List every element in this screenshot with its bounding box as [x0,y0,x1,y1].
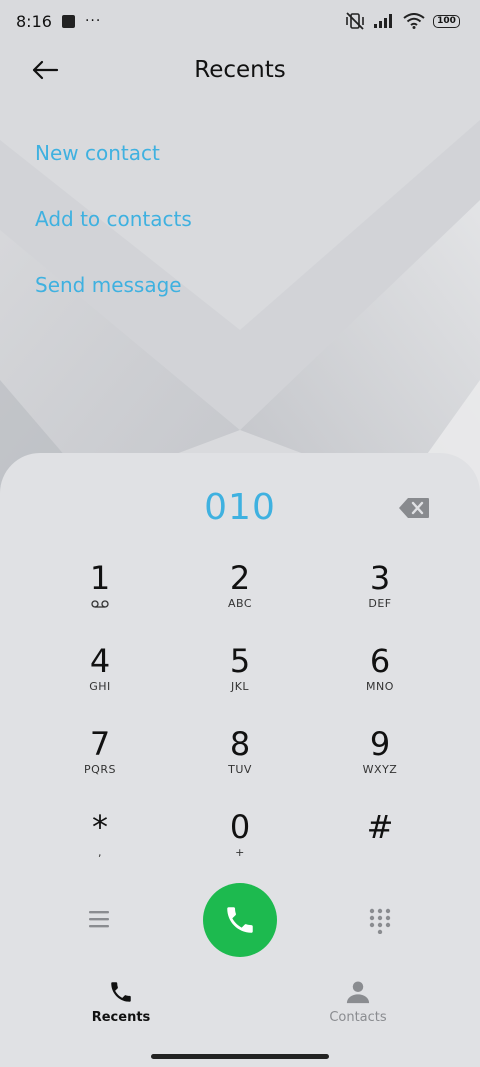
phone-icon [227,907,253,933]
status-right: 100 [345,12,460,30]
more-notifications-icon: ··· [84,13,102,29]
send-message-link[interactable]: Send message [35,270,192,336]
key-6[interactable]: 6 MNO [310,640,450,723]
key-digit: * [92,808,108,846]
back-button[interactable] [30,56,60,84]
key-digit: 7 [89,725,111,763]
key-4[interactable]: 4 GHI [30,640,170,723]
key-9[interactable]: 9 WXYZ [310,723,450,806]
person-icon [346,981,370,1004]
battery-indicator: 100 [433,14,460,28]
key-letters: TUV [228,763,252,776]
backspace-button[interactable] [398,497,430,521]
menu-button[interactable] [88,909,112,931]
key-2[interactable]: 2 ABC [170,557,310,640]
key-letters: MNO [366,680,394,693]
key-digit: 8 [229,725,251,763]
key-digit: 1 [89,559,111,597]
key-digit: 4 [89,642,111,680]
key-8[interactable]: 8 TUV [170,723,310,806]
key-0[interactable]: 0 + [170,806,310,889]
tab-contacts-label: Contacts [329,1010,387,1025]
dialpad-toggle-button[interactable] [369,908,391,935]
status-left: 8:16 ··· [16,12,101,31]
key-letters [91,597,109,611]
tab-recents-label: Recents [91,1010,151,1025]
phone-recents-icon [111,982,131,1002]
menu-icon [89,911,109,928]
key-row: 4 GHI 5 JKL 6 MNO [30,640,450,723]
key-star[interactable]: * , [30,806,170,889]
key-digit: # [366,808,394,846]
key-digit: 5 [229,642,251,680]
call-controls [0,883,480,959]
number-display-row: 010 [0,481,480,541]
back-arrow-icon [32,60,59,80]
key-letters: + [235,846,245,859]
backspace-icon [399,498,429,518]
dialpad-icon [369,908,391,935]
key-letters: ABC [227,597,253,610]
vibrate-off-icon [346,12,364,30]
key-digit: 0 [229,808,251,846]
voicemail-icon [91,600,109,608]
key-digit: 9 [369,725,391,763]
key-letters: JKL [230,680,250,693]
key-hash[interactable]: # [310,806,450,889]
key-letters: PQRS [84,763,116,776]
key-digit: 6 [369,642,391,680]
new-contact-link[interactable]: New contact [35,138,192,204]
battery-level: 100 [437,16,456,26]
page-title: Recents [194,57,286,83]
key-1[interactable]: 1 [30,557,170,640]
wifi-icon [403,13,425,29]
key-letters: DEF [368,597,392,610]
header: Recents [0,48,480,92]
key-row: 7 PQRS 8 TUV 9 WXYZ [30,723,450,806]
keypad: 1 2 ABC 3 DEF 4 GHI 5 JKL 6 MNO 7 PQRS 8… [30,557,450,889]
bottom-navigation: Recents Contacts [0,978,480,1038]
key-letters: , [98,846,102,859]
key-row: * , 0 + # [30,806,450,889]
signal-icon [374,14,392,28]
key-letters: WXYZ [362,763,398,776]
dialer-panel: 010 1 2 ABC 3 DEF 4 GHI 5 JKL 6 MNO 7 PQ… [0,453,480,1067]
home-indicator[interactable] [151,1054,329,1059]
status-time: 8:16 [16,11,52,31]
status-bar: 8:16 ··· 100 [0,0,480,42]
notification-app-icon [61,14,75,28]
key-5[interactable]: 5 JKL [170,640,310,723]
add-to-contacts-link[interactable]: Add to contacts [35,204,192,270]
key-letters: GHI [89,680,111,693]
key-3[interactable]: 3 DEF [310,557,450,640]
tab-contacts[interactable]: Contacts [298,978,418,1025]
action-list: New contact Add to contacts Send message [35,138,192,336]
key-7[interactable]: 7 PQRS [30,723,170,806]
key-digit: 2 [229,559,251,597]
tab-recents[interactable]: Recents [61,978,181,1025]
key-row: 1 2 ABC 3 DEF [30,557,450,640]
call-button[interactable] [203,883,277,957]
key-digit: 3 [369,559,391,597]
